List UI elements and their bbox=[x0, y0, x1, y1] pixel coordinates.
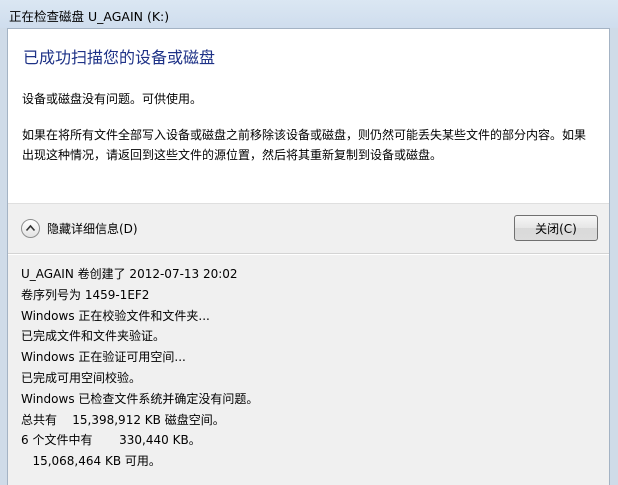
details-line: U_AGAIN 卷创建了 2012-07-13 20:02 bbox=[21, 267, 238, 281]
details-line: 6 个文件中有 330,440 KB。 bbox=[21, 433, 201, 448]
details-line: 15,068,464 KB 可用。 bbox=[21, 454, 161, 469]
window-title: 正在检查磁盘 U_AGAIN (K:) bbox=[9, 9, 170, 24]
details-line: 已完成文件和文件夹验证。 bbox=[21, 329, 166, 344]
details-log: U_AGAIN 卷创建了 2012-07-13 20:02 卷序列号为 1459… bbox=[21, 264, 601, 472]
title-bar[interactable]: 正在检查磁盘 U_AGAIN (K:) bbox=[0, 0, 618, 28]
dialog-body: 已成功扫描您的设备或磁盘 设备或磁盘没有问题。可供使用。 如果在将所有文件全部写… bbox=[7, 28, 610, 485]
chevron-up-icon[interactable] bbox=[21, 218, 40, 238]
details-line: 总共有 15,398,912 KB 磁盘空间。 bbox=[21, 412, 225, 427]
result-panel: 已成功扫描您的设备或磁盘 设备或磁盘没有问题。可供使用。 如果在将所有文件全部写… bbox=[8, 29, 609, 204]
details-line: 已完成可用空间校验。 bbox=[21, 370, 142, 385]
details-toggle[interactable]: 隐藏详细信息(D) bbox=[21, 216, 138, 240]
details-line: Windows 已检查文件系统并确定没有问题。 bbox=[21, 391, 259, 406]
result-message: 设备或磁盘没有问题。可供使用。 bbox=[22, 92, 203, 106]
details-toggle-label: 隐藏详细信息(D) bbox=[47, 221, 138, 236]
result-heading: 已成功扫描您的设备或磁盘 bbox=[23, 48, 216, 67]
details-line: 卷序列号为 1459-1EF2 bbox=[21, 287, 150, 302]
close-button[interactable]: 关闭(C) bbox=[514, 215, 598, 241]
divider-highlight bbox=[8, 254, 609, 255]
details-line: Windows 正在校验文件和文件夹... bbox=[21, 308, 210, 323]
details-line: Windows 正在验证可用空间... bbox=[21, 350, 186, 365]
removal-warning: 如果在将所有文件全部写入设备或磁盘之前移除该设备或磁盘，则仍然可能丢失某些文件的… bbox=[22, 128, 587, 162]
window-frame: 已成功扫描您的设备或磁盘 设备或磁盘没有问题。可供使用。 如果在将所有文件全部写… bbox=[0, 28, 618, 485]
